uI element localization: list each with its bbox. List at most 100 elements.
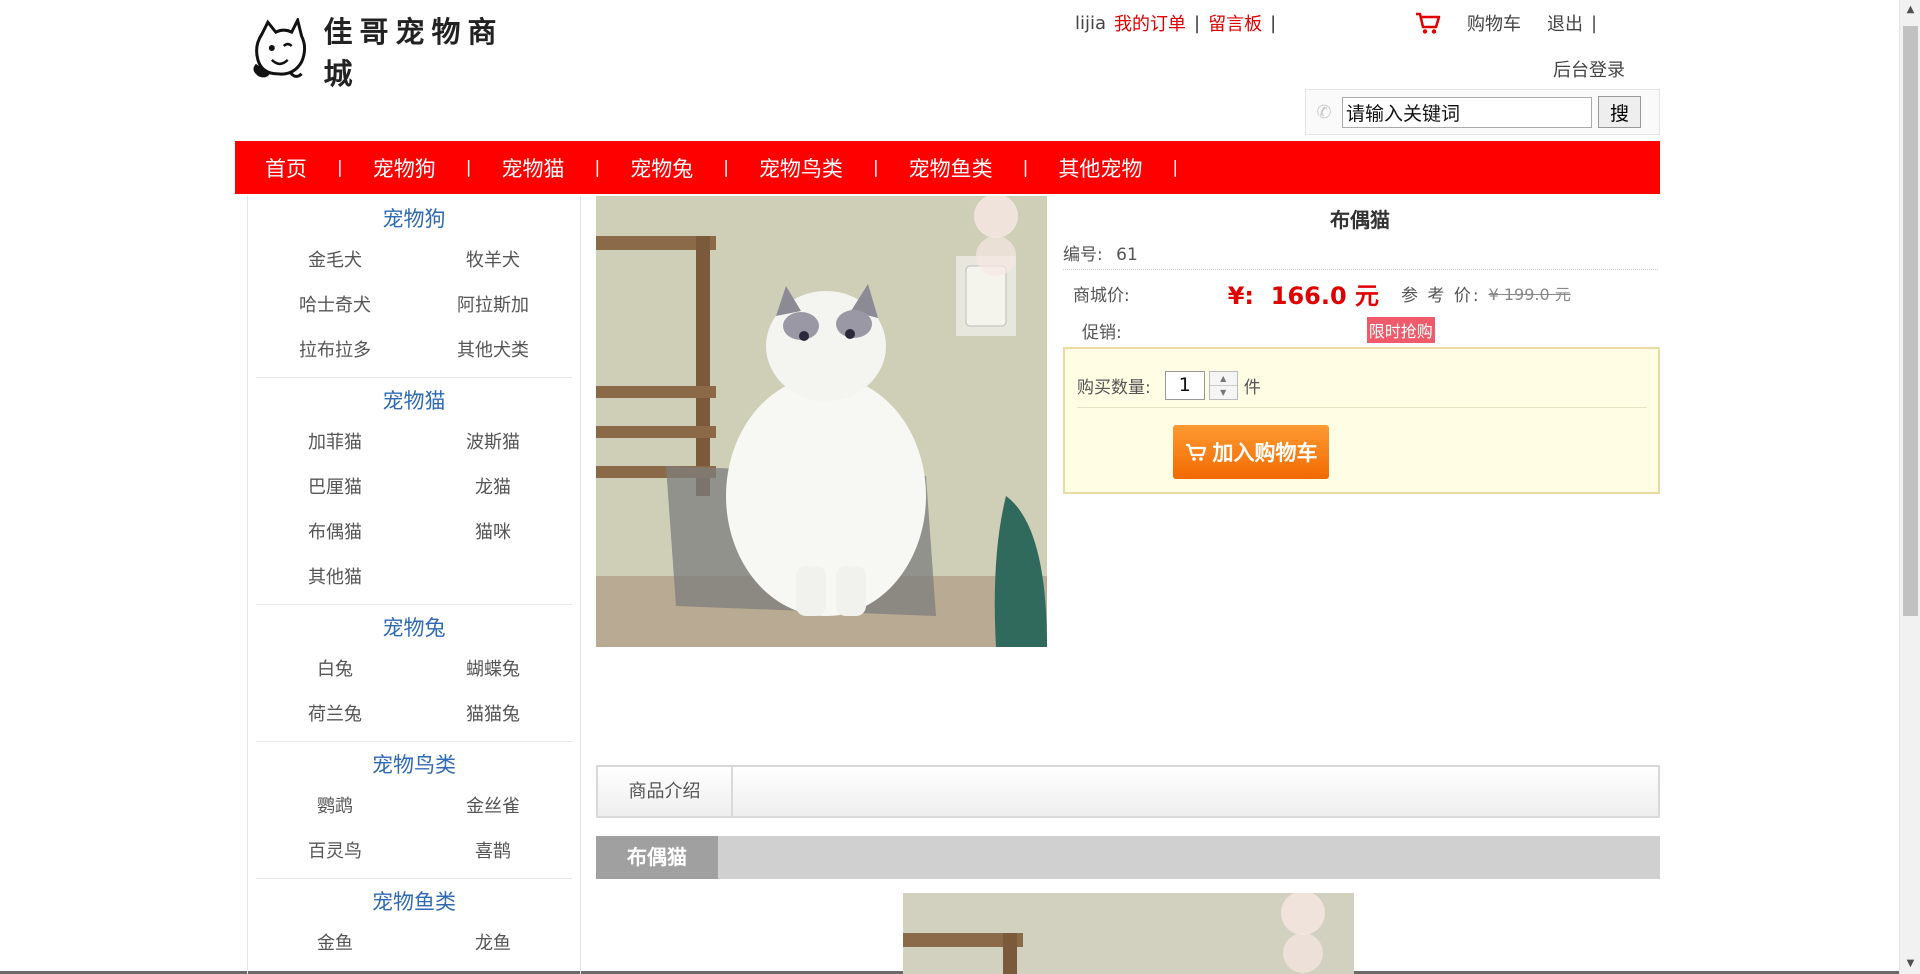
category-link[interactable]: 龙猫 (414, 465, 572, 510)
category-title[interactable]: 宠物鸟类 (256, 742, 572, 784)
category-cats: 宠物猫 加菲猫 波斯猫 巴厘猫 龙猫 布偶猫 猫咪 其他猫 (256, 378, 572, 605)
nav-separator: | (872, 157, 879, 178)
nav-item-fish[interactable]: 宠物鱼类 (909, 153, 993, 183)
shopping-cart-icon[interactable] (1415, 11, 1441, 35)
category-link[interactable]: 波斯猫 (414, 420, 572, 465)
promotion-badge: 限时抢购 (1366, 317, 1435, 343)
dog-logo-icon (253, 18, 307, 78)
search-box: ✆ 搜 (1305, 89, 1660, 135)
category-link[interactable]: 哈士奇犬 (256, 283, 414, 328)
category-sidebar: 宠物狗 金毛犬 牧羊犬 哈士奇犬 阿拉斯加 拉布拉多 其他犬类 宠物猫 加菲猫 … (247, 196, 581, 974)
description-title: 布偶猫 (596, 836, 718, 879)
category-birds: 宠物鸟类 鹦鹉 金丝雀 百灵鸟 喜鹊 (256, 742, 572, 879)
category-link[interactable]: 其他猫 (256, 555, 414, 600)
category-link[interactable]: 白兔 (256, 647, 414, 692)
current-price: ¥: 166.0 元 (1227, 281, 1380, 310)
category-link[interactable]: 金毛犬 (256, 238, 414, 283)
description-header: 布偶猫 (596, 836, 1660, 879)
category-link[interactable]: 龙鱼 (414, 921, 572, 966)
category-link[interactable]: 巴厘猫 (256, 465, 414, 510)
purchase-box: 购买数量: 1 ▲ ▼ 件 加入购物车 (1063, 347, 1660, 494)
separator: | (1591, 12, 1598, 34)
quantity-stepper[interactable]: ▲ ▼ (1208, 370, 1238, 400)
nav-separator: | (723, 157, 729, 178)
category-link[interactable]: 猫猫兔 (414, 692, 572, 737)
product-id-label: 编号: (1063, 245, 1103, 265)
quantity-label: 购买数量: (1077, 377, 1151, 398)
main-nav: 首页 | 宠物狗 | 宠物猫 | 宠物兔 | 宠物鸟类 | 宠物鱼类 | 其他宠… (235, 141, 1660, 194)
category-link[interactable]: 阿拉斯加 (414, 283, 572, 328)
category-title[interactable]: 宠物兔 (256, 605, 572, 647)
quantity-unit: 件 (1243, 377, 1261, 398)
nav-separator: | (594, 157, 601, 178)
promotion-label: 促销: (1082, 322, 1122, 343)
nav-separator: | (465, 157, 472, 178)
category-link[interactable]: 鹦鹉 (256, 784, 414, 829)
category-link[interactable]: 加菲猫 (256, 420, 414, 465)
category-link[interactable]: 百灵鸟 (256, 829, 414, 874)
my-orders-link[interactable]: 我的订单 (1114, 10, 1186, 36)
tab-product-intro[interactable]: 商品介绍 (598, 767, 733, 816)
logo-text: 佳哥宠物商城 (323, 15, 504, 91)
message-board-link[interactable]: 留言板 (1208, 10, 1262, 36)
nav-item-other[interactable]: 其他宠物 (1058, 153, 1142, 183)
cat-photo (596, 194, 1047, 647)
site-logo[interactable]: 佳哥宠物商城 (248, 15, 538, 91)
vertical-scrollbar[interactable]: ▲ ▼ (1899, 0, 1920, 974)
search-button[interactable]: 搜 (1598, 96, 1641, 128)
category-link[interactable]: 喜鹊 (414, 829, 572, 874)
category-link[interactable]: 其他犬类 (414, 328, 572, 373)
nav-separator: | (337, 157, 343, 178)
product-image (596, 194, 1047, 647)
product-title: 布偶猫 (1330, 208, 1390, 232)
separator: | (1194, 12, 1201, 34)
add-to-cart-button[interactable]: 加入购物车 (1173, 425, 1329, 479)
category-title[interactable]: 宠物猫 (256, 378, 572, 420)
description-image (903, 893, 1354, 974)
product-id-value: 61 (1116, 245, 1138, 265)
scrollbar-thumb[interactable] (1903, 26, 1918, 616)
quantity-input[interactable]: 1 (1164, 370, 1205, 400)
nav-separator: | (1022, 157, 1029, 178)
category-link[interactable]: 牧羊犬 (414, 238, 572, 283)
nav-item-cats[interactable]: 宠物猫 (501, 153, 564, 183)
user-name: lijia (1075, 12, 1107, 34)
category-rabbits: 宠物兔 白兔 蝴蝶兔 荷兰兔 猫猫兔 (256, 605, 572, 742)
product-tabs: 商品介绍 (596, 765, 1660, 818)
category-link[interactable]: 金鱼 (256, 921, 414, 966)
cart-icon (1185, 443, 1206, 461)
category-title[interactable]: 宠物狗 (256, 196, 572, 238)
reference-price: ¥ 199.0 元 (1488, 285, 1571, 304)
nav-item-rabbits[interactable]: 宠物兔 (630, 153, 693, 183)
nav-item-home[interactable]: 首页 (265, 153, 307, 183)
category-link[interactable]: 蝴蝶兔 (414, 647, 572, 692)
category-link[interactable]: 金丝雀 (414, 784, 572, 829)
promotion-row: 促销: 限时抢购 (1082, 317, 1662, 343)
cart-area: 购物车 退出 | (1415, 10, 1597, 36)
category-fish: 宠物鱼类 金鱼 龙鱼 (256, 879, 572, 970)
category-link[interactable]: 拉布拉多 (256, 328, 414, 373)
cart-link[interactable]: 购物车 (1467, 10, 1521, 36)
category-dogs: 宠物狗 金毛犬 牧羊犬 哈士奇犬 阿拉斯加 拉布拉多 其他犬类 (256, 196, 572, 378)
admin-login-link[interactable]: 后台登录 (1553, 56, 1625, 82)
scroll-down-arrow-icon[interactable]: ▼ (1900, 954, 1920, 974)
category-link[interactable]: 猫咪 (414, 510, 572, 555)
category-title[interactable]: 宠物鱼类 (256, 879, 572, 921)
phone-icon: ✆ (1316, 101, 1332, 123)
category-link[interactable]: 布偶猫 (256, 510, 414, 555)
price-label: 商城价: (1073, 285, 1130, 306)
scroll-up-arrow-icon[interactable]: ▲ (1900, 0, 1920, 20)
top-links: lijia 我的订单 | 留言板 | (1075, 10, 1284, 36)
price-row: 商城价: ¥: 166.0 元 参 考 价: ¥ 199.0 元 (1073, 278, 1658, 310)
nav-item-dogs[interactable]: 宠物狗 (373, 153, 436, 183)
decrement-icon[interactable]: ▼ (1209, 384, 1237, 399)
quantity-row: 购买数量: 1 ▲ ▼ 件 (1077, 363, 1647, 408)
nav-separator: | (1172, 157, 1179, 178)
nav-item-birds[interactable]: 宠物鸟类 (759, 153, 843, 183)
search-input[interactable] (1342, 96, 1592, 128)
category-link[interactable]: 荷兰兔 (256, 692, 414, 737)
increment-icon[interactable]: ▲ (1209, 371, 1237, 385)
logout-link[interactable]: 退出 (1547, 10, 1583, 36)
add-to-cart-label: 加入购物车 (1212, 441, 1318, 465)
reference-price-label: 参 考 价: (1401, 285, 1481, 306)
